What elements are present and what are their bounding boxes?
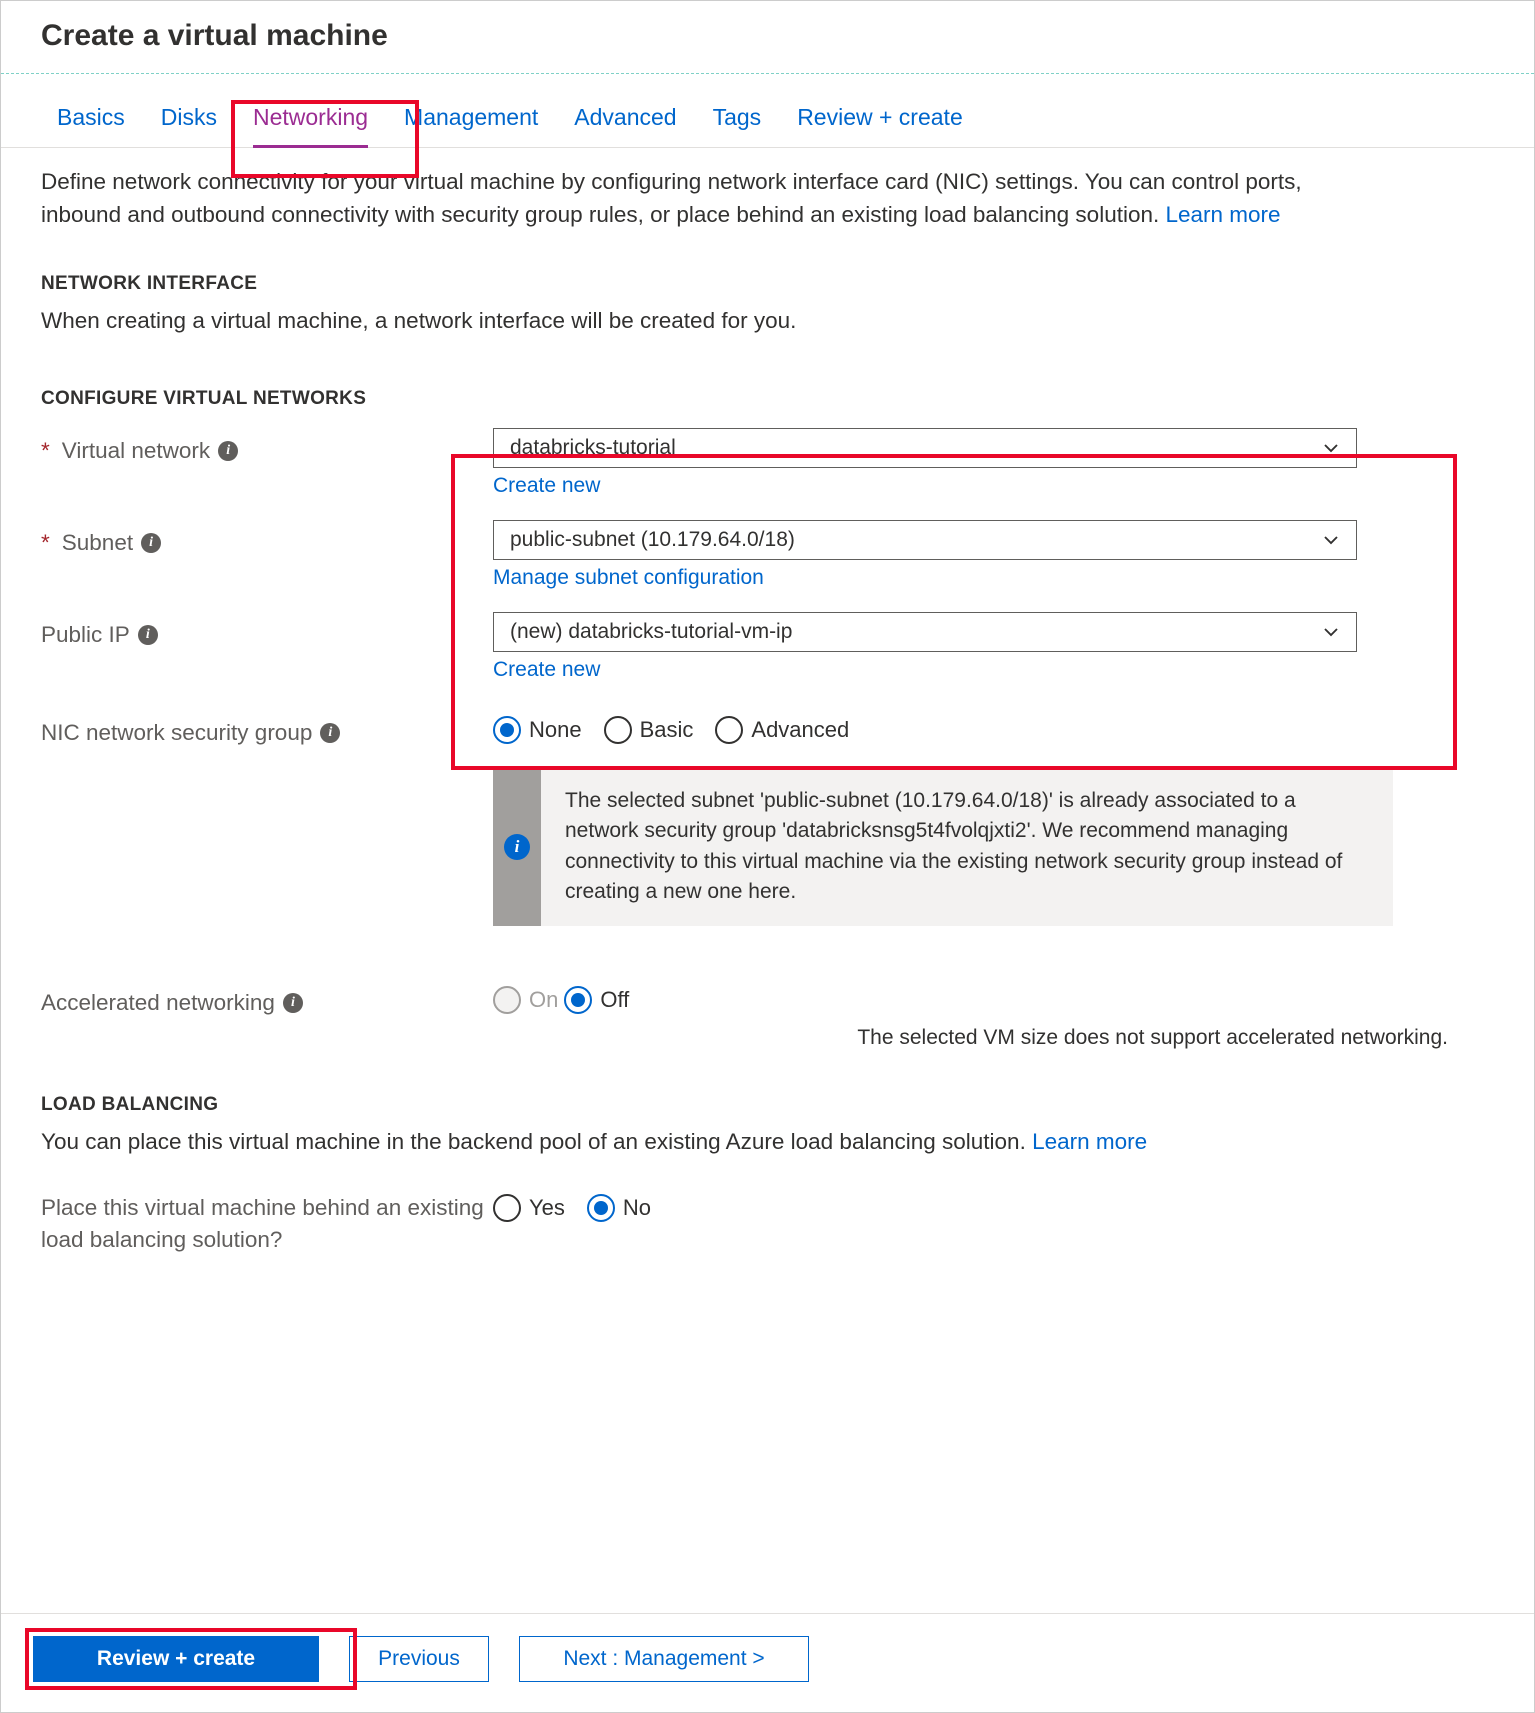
label-accel-net-text: Accelerated networking (41, 990, 275, 1016)
tabs-bar: Basics Disks Networking Management Advan… (1, 74, 1534, 148)
radio-icon (564, 986, 592, 1014)
label-subnet: * Subnet i (41, 520, 493, 556)
chevron-down-icon (1322, 439, 1340, 457)
required-asterisk: * (41, 438, 50, 464)
label-virtual-network: * Virtual network i (41, 428, 493, 464)
radio-icon (587, 1194, 615, 1222)
accel-net-off-label: Off (600, 987, 629, 1013)
nsg-radio-basic[interactable]: Basic (604, 716, 694, 744)
radio-icon (493, 986, 521, 1014)
row-lb-question: Place this virtual machine behind an exi… (41, 1188, 1494, 1255)
chevron-down-icon (1322, 531, 1340, 549)
label-public-ip-text: Public IP (41, 622, 130, 648)
accel-net-on-label: On (529, 987, 558, 1013)
manage-subnet-link[interactable]: Manage subnet configuration (493, 566, 764, 590)
label-nsg: NIC network security group i (41, 710, 493, 746)
virtual-network-select[interactable]: databricks-tutorial (493, 428, 1357, 468)
radio-icon (493, 1194, 521, 1222)
radio-icon (493, 716, 521, 744)
nsg-radio-basic-label: Basic (640, 717, 694, 743)
public-ip-select[interactable]: (new) databricks-tutorial-vm-ip (493, 612, 1357, 652)
accel-net-on: On (493, 986, 558, 1014)
lb-radio-yes-label: Yes (529, 1195, 565, 1221)
tab-basics[interactable]: Basics (57, 104, 125, 147)
lb-learn-more-link[interactable]: Learn more (1032, 1129, 1147, 1154)
row-subnet: * Subnet i public-subnet (10.179.64.0/18… (41, 520, 1494, 590)
accel-net-note: The selected VM size does not support ac… (41, 1026, 1494, 1050)
row-accel-net: Accelerated networking i On Off (41, 980, 1494, 1016)
page-title: Create a virtual machine (41, 19, 1494, 53)
tab-disks[interactable]: Disks (161, 104, 217, 147)
info-icon[interactable]: i (218, 441, 238, 461)
tab-networking[interactable]: Networking (253, 104, 368, 148)
nsg-radio-group: None Basic Advanced (493, 710, 1393, 744)
network-interface-heading: NETWORK INTERFACE (41, 273, 1494, 295)
nsg-radio-advanced[interactable]: Advanced (715, 716, 849, 744)
required-asterisk: * (41, 530, 50, 556)
accel-net-off[interactable]: Off (564, 986, 629, 1014)
label-accel-net: Accelerated networking i (41, 980, 493, 1016)
lb-radio-yes[interactable]: Yes (493, 1194, 565, 1222)
form-area: * Virtual network i databricks-tutorial … (41, 428, 1494, 1255)
lb-radio-no[interactable]: No (587, 1194, 651, 1222)
label-virtual-network-text: Virtual network (62, 438, 210, 464)
configure-vnet-heading: CONFIGURE VIRTUAL NETWORKS (41, 388, 1494, 410)
accel-net-toggle: On Off (493, 980, 1357, 1014)
subnet-select[interactable]: public-subnet (10.179.64.0/18) (493, 520, 1357, 560)
tab-tags[interactable]: Tags (713, 104, 762, 147)
info-icon[interactable]: i (320, 723, 340, 743)
next-button[interactable]: Next : Management > (519, 1636, 809, 1682)
label-subnet-text: Subnet (62, 530, 133, 556)
label-nsg-text: NIC network security group (41, 720, 312, 746)
previous-button[interactable]: Previous (349, 1636, 489, 1682)
info-icon[interactable]: i (138, 625, 158, 645)
lb-radio-group: Yes No (493, 1188, 1357, 1222)
tab-review[interactable]: Review + create (797, 104, 963, 147)
info-panel-bar: i (493, 768, 541, 926)
nsg-info-text: The selected subnet 'public-subnet (10.1… (541, 768, 1393, 926)
nsg-radio-none[interactable]: None (493, 716, 582, 744)
info-icon[interactable]: i (141, 533, 161, 553)
nsg-radio-none-label: None (529, 717, 582, 743)
network-interface-sub: When creating a virtual machine, a netwo… (41, 305, 1494, 338)
tab-management[interactable]: Management (404, 104, 538, 147)
chevron-down-icon (1322, 623, 1340, 641)
row-nsg: NIC network security group i None Basic (41, 710, 1494, 926)
page-header: Create a virtual machine (1, 1, 1534, 74)
intro-learn-more-link[interactable]: Learn more (1165, 202, 1280, 227)
radio-icon (715, 716, 743, 744)
footer-bar: Review + create Previous Next : Manageme… (1, 1613, 1534, 1712)
nsg-info-panel: i The selected subnet 'public-subnet (10… (493, 768, 1393, 926)
label-public-ip: Public IP i (41, 612, 493, 648)
tab-advanced[interactable]: Advanced (574, 104, 676, 147)
intro-text-content: Define network connectivity for your vir… (41, 169, 1302, 227)
load-balancing-sub: You can place this virtual machine in th… (41, 1126, 1494, 1159)
intro-text: Define network connectivity for your vir… (41, 166, 1361, 231)
virtual-network-value: databricks-tutorial (510, 436, 676, 460)
info-icon: i (504, 834, 530, 860)
row-public-ip: Public IP i (new) databricks-tutorial-vm… (41, 612, 1494, 682)
subnet-value: public-subnet (10.179.64.0/18) (510, 528, 795, 552)
public-ip-value: (new) databricks-tutorial-vm-ip (510, 620, 792, 644)
load-balancing-heading: LOAD BALANCING (41, 1094, 1494, 1116)
lb-radio-no-label: No (623, 1195, 651, 1221)
nsg-radio-advanced-label: Advanced (751, 717, 849, 743)
info-icon[interactable]: i (283, 993, 303, 1013)
radio-icon (604, 716, 632, 744)
label-lb-question: Place this virtual machine behind an exi… (41, 1188, 493, 1255)
create-new-ip-link[interactable]: Create new (493, 658, 600, 682)
create-new-vnet-link[interactable]: Create new (493, 474, 600, 498)
load-balancing-sub-text: You can place this virtual machine in th… (41, 1129, 1032, 1154)
body-content: Define network connectivity for your vir… (1, 148, 1534, 1255)
row-virtual-network: * Virtual network i databricks-tutorial … (41, 428, 1494, 498)
review-create-button[interactable]: Review + create (33, 1636, 319, 1682)
